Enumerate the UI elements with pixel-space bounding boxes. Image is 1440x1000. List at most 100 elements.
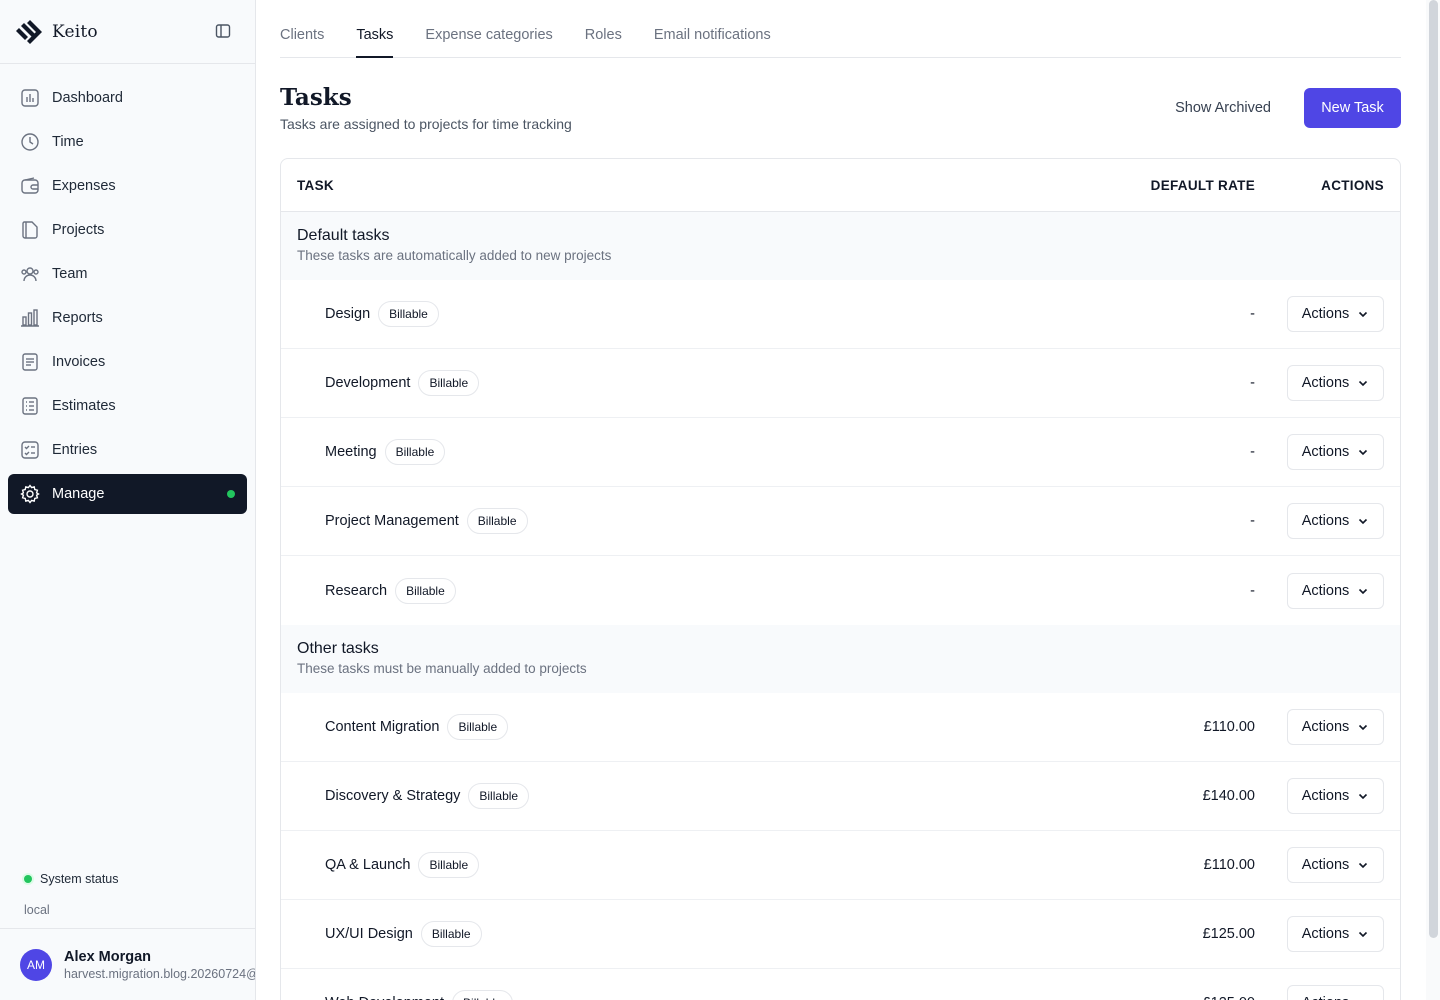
page-subtitle: Tasks are assigned to projects for time … bbox=[280, 116, 572, 132]
actions-cell: Actions bbox=[1255, 572, 1384, 609]
actions-dropdown-button[interactable]: Actions bbox=[1287, 778, 1384, 814]
actions-label: Actions bbox=[1301, 719, 1350, 735]
actions-dropdown-button[interactable]: Actions bbox=[1287, 503, 1384, 539]
billable-badge: Billable bbox=[378, 301, 439, 327]
actions-dropdown-button[interactable]: Actions bbox=[1287, 365, 1384, 401]
tab-email-notifications[interactable]: Email notifications bbox=[654, 27, 771, 57]
table-row: Content Migration Billable £110.00 Actio… bbox=[281, 693, 1400, 762]
task-name[interactable]: Design bbox=[325, 306, 370, 322]
billable-badge: Billable bbox=[420, 921, 482, 947]
table-row: Meeting Billable - Actions bbox=[281, 418, 1400, 487]
keito-logo-icon[interactable] bbox=[16, 18, 44, 46]
scrollbar-thumb[interactable] bbox=[1429, 0, 1438, 938]
checklist-icon bbox=[20, 440, 40, 460]
task-name[interactable]: Meeting bbox=[325, 444, 377, 460]
default-rate: - bbox=[1250, 306, 1255, 322]
chevron-down-icon bbox=[1357, 446, 1369, 458]
default-rate: £140.00 bbox=[1202, 788, 1255, 804]
actions-cell: Actions bbox=[1255, 916, 1384, 952]
new-task-button[interactable]: New Task bbox=[1304, 88, 1401, 128]
wallet-icon bbox=[20, 176, 40, 196]
group-description: These tasks must be manually added to pr… bbox=[297, 661, 587, 676]
system-status[interactable]: System status bbox=[24, 872, 119, 886]
task-cell: Development Billable bbox=[325, 370, 1095, 396]
task-cell: Research Billable bbox=[325, 577, 1095, 604]
chevron-down-icon bbox=[1357, 377, 1369, 389]
sidebar-item-time[interactable]: Time bbox=[8, 122, 247, 162]
actions-dropdown-button[interactable]: Actions bbox=[1287, 434, 1384, 470]
task-cell: Content Migration Billable bbox=[325, 714, 1095, 740]
sidebar-item-invoices[interactable]: Invoices bbox=[8, 342, 247, 382]
chevron-down-icon bbox=[1357, 308, 1369, 320]
clock-icon bbox=[20, 132, 40, 152]
sidebar-item-projects[interactable]: Projects bbox=[8, 210, 247, 250]
task-cell: Project Management Billable bbox=[325, 508, 1095, 534]
actions-dropdown-button[interactable]: Actions bbox=[1287, 985, 1384, 1000]
tab-roles[interactable]: Roles bbox=[585, 27, 622, 57]
task-name[interactable]: Discovery & Strategy bbox=[325, 788, 460, 804]
billable-badge: Billable bbox=[418, 370, 480, 396]
task-name[interactable]: Research bbox=[325, 583, 387, 599]
sidebar-item-label: Projects bbox=[52, 222, 105, 238]
sidebar-item-team[interactable]: Team bbox=[8, 254, 247, 294]
actions-label: Actions bbox=[1301, 375, 1350, 391]
default-rate: - bbox=[1250, 375, 1255, 391]
actions-dropdown-button[interactable]: Actions bbox=[1287, 916, 1384, 952]
task-name[interactable]: Project Management bbox=[325, 513, 459, 529]
column-header-actions: ACTIONS bbox=[1321, 177, 1384, 193]
actions-label: Actions bbox=[1301, 513, 1350, 529]
show-archived-button[interactable]: Show Archived bbox=[1175, 88, 1271, 128]
user-profile[interactable]: AM Alex Morgan harvest.migration.blog.20… bbox=[0, 928, 255, 1000]
task-name[interactable]: UX/UI Design bbox=[325, 926, 413, 942]
tab-expense-categories[interactable]: Expense categories bbox=[425, 27, 552, 57]
actions-dropdown-button[interactable]: Actions bbox=[1287, 572, 1384, 609]
group-header: Other tasks These tasks must be manually… bbox=[281, 625, 1400, 693]
task-name[interactable]: QA & Launch bbox=[325, 857, 410, 873]
group-title: Other tasks bbox=[297, 640, 379, 657]
actions-cell: Actions bbox=[1255, 503, 1384, 539]
column-header-default-rate: DEFAULT RATE bbox=[1150, 177, 1255, 193]
actions-cell: Actions bbox=[1255, 709, 1384, 745]
brand: Keito bbox=[0, 0, 255, 64]
bar-chart-icon bbox=[20, 308, 40, 328]
sidebar-item-entries[interactable]: Entries bbox=[8, 430, 247, 470]
sidebar-item-reports[interactable]: Reports bbox=[8, 298, 247, 338]
sidebar-nav: Dashboard Time Expenses Projects Team Re… bbox=[0, 64, 255, 514]
actions-label: Actions bbox=[1301, 926, 1350, 942]
billable-badge: Billable bbox=[418, 852, 480, 878]
tab-clients[interactable]: Clients bbox=[280, 27, 324, 57]
table-row: UX/UI Design Billable £125.00 Actions bbox=[281, 900, 1400, 969]
actions-dropdown-button[interactable]: Actions bbox=[1287, 709, 1384, 745]
actions-cell: Actions bbox=[1255, 434, 1384, 470]
task-name[interactable]: Development bbox=[325, 375, 410, 391]
default-rate: £110.00 bbox=[1203, 857, 1255, 873]
sidebar-toggle-icon[interactable] bbox=[215, 23, 231, 39]
sidebar-item-manage[interactable]: Manage bbox=[8, 474, 247, 514]
tab-tasks[interactable]: Tasks bbox=[356, 27, 394, 58]
user-name: Alex Morgan bbox=[64, 948, 152, 965]
sidebar-item-expenses[interactable]: Expenses bbox=[8, 166, 247, 206]
default-rate: - bbox=[1250, 444, 1255, 460]
sidebar: Keito Dashboard Time Expenses Projects T… bbox=[0, 0, 256, 1000]
scrollbar-track[interactable] bbox=[1426, 0, 1440, 1000]
actions-cell: Actions bbox=[1255, 296, 1384, 332]
actions-label: Actions bbox=[1301, 306, 1350, 322]
default-rate: - bbox=[1250, 582, 1255, 599]
status-dot bbox=[227, 490, 235, 498]
table-row: Development Billable - Actions bbox=[281, 349, 1400, 418]
sidebar-item-label: Manage bbox=[52, 486, 105, 502]
actions-dropdown-button[interactable]: Actions bbox=[1287, 847, 1384, 883]
dashboard-icon bbox=[20, 88, 40, 108]
sidebar-item-dashboard[interactable]: Dashboard bbox=[8, 78, 247, 118]
sidebar-item-estimates[interactable]: Estimates bbox=[8, 386, 247, 426]
task-name[interactable]: Web Development bbox=[325, 995, 444, 1000]
invoice-icon bbox=[20, 352, 40, 372]
actions-label: Actions bbox=[1301, 582, 1350, 599]
task-name[interactable]: Content Migration bbox=[325, 719, 439, 735]
actions-dropdown-button[interactable]: Actions bbox=[1287, 296, 1384, 332]
sidebar-item-label: Team bbox=[52, 266, 88, 282]
task-cell: UX/UI Design Billable bbox=[325, 921, 1095, 947]
chevron-down-icon bbox=[1357, 790, 1369, 802]
actions-cell: Actions bbox=[1255, 778, 1384, 814]
default-rate: - bbox=[1250, 513, 1255, 529]
